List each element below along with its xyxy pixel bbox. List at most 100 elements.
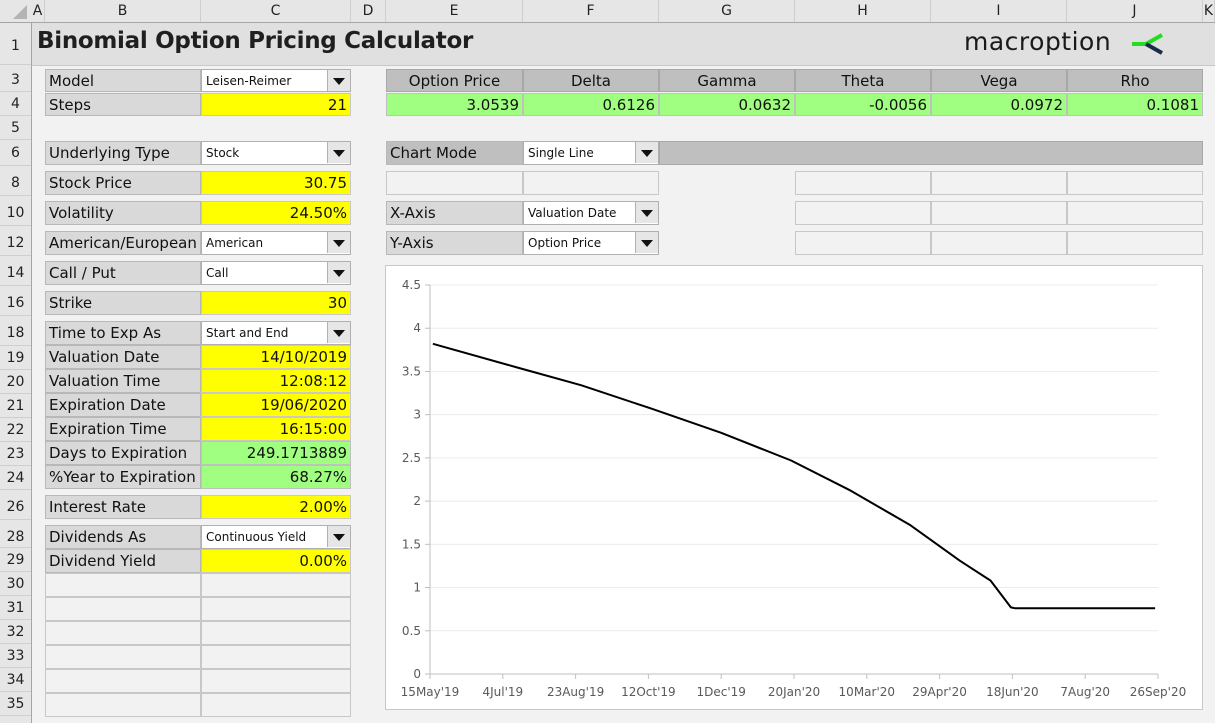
- empty-cell[interactable]: [45, 693, 201, 717]
- chevron-down-icon[interactable]: [635, 232, 658, 253]
- valuation-time-input[interactable]: 12:08:12: [201, 369, 351, 393]
- chevron-down-icon[interactable]: [327, 70, 350, 91]
- column-header-b[interactable]: B: [45, 0, 201, 22]
- valuation-date-input[interactable]: 14/10/2019: [201, 345, 351, 369]
- empty-cell[interactable]: [795, 171, 931, 195]
- empty-cell[interactable]: [201, 669, 351, 693]
- days-to-expiration-value: 249.1713889: [201, 441, 351, 465]
- model-value: Leisen-Reimer: [206, 74, 292, 88]
- row-header[interactable]: 28: [0, 524, 31, 548]
- empty-cell[interactable]: [931, 201, 1067, 225]
- row-header[interactable]: 22: [0, 418, 31, 442]
- time-to-exp-as-dropdown[interactable]: Start and End: [201, 321, 351, 345]
- expiration-time-label: Expiration Time: [45, 417, 201, 441]
- empty-cell[interactable]: [45, 597, 201, 621]
- empty-cell[interactable]: [201, 573, 351, 597]
- stock-price-label: Stock Price: [45, 171, 201, 195]
- row-header[interactable]: 3: [0, 68, 31, 92]
- row-header[interactable]: 10: [0, 200, 31, 226]
- empty-cell[interactable]: [523, 171, 659, 195]
- empty-cell[interactable]: [201, 693, 351, 717]
- dividends-as-dropdown[interactable]: Continuous Yield: [201, 525, 351, 549]
- row-header[interactable]: 6: [0, 140, 31, 166]
- empty-cell[interactable]: [45, 573, 201, 597]
- row-header[interactable]: 18: [0, 320, 31, 346]
- row-header[interactable]: 30: [0, 572, 31, 596]
- volatility-input[interactable]: 24.50%: [201, 201, 351, 225]
- chevron-down-icon[interactable]: [327, 142, 350, 163]
- row-header[interactable]: 33: [0, 644, 31, 668]
- x-tick-label: 7Aug'20: [1060, 685, 1110, 699]
- empty-cell[interactable]: [1067, 171, 1203, 195]
- row-header[interactable]: 21: [0, 394, 31, 418]
- empty-cell[interactable]: [795, 231, 931, 255]
- steps-input[interactable]: 21: [201, 93, 351, 116]
- column-header-k[interactable]: K: [1203, 0, 1215, 22]
- row-header[interactable]: 35: [0, 692, 31, 716]
- underlying-type-dropdown[interactable]: Stock: [201, 141, 351, 165]
- y-axis-dropdown[interactable]: Option Price: [523, 231, 659, 255]
- option-price-chart[interactable]: 0 0.5 1 1.5 2 2.5 3 3.5 4 4.5 15May'19 4Jul'19 23Aug…: [385, 265, 1203, 710]
- chevron-down-icon[interactable]: [327, 526, 350, 547]
- column-header-g[interactable]: G: [659, 0, 795, 22]
- row-header[interactable]: 32: [0, 620, 31, 644]
- row-header[interactable]: 4: [0, 92, 31, 116]
- column-header-f[interactable]: F: [523, 0, 659, 22]
- stock-price-input[interactable]: 30.75: [201, 171, 351, 195]
- row-header[interactable]: 16: [0, 290, 31, 316]
- column-header-h[interactable]: H: [795, 0, 931, 22]
- column-header-c[interactable]: C: [201, 0, 351, 22]
- y-axis-value: Option Price: [528, 236, 602, 250]
- row-header[interactable]: 8: [0, 170, 31, 196]
- empty-cell[interactable]: [931, 231, 1067, 255]
- empty-cell[interactable]: [201, 621, 351, 645]
- empty-cell[interactable]: [45, 669, 201, 693]
- interest-rate-label: Interest Rate: [45, 495, 201, 519]
- empty-cell[interactable]: [795, 201, 931, 225]
- row-header[interactable]: 31: [0, 596, 31, 620]
- row-header[interactable]: 1: [0, 23, 31, 65]
- row-header[interactable]: 26: [0, 494, 31, 520]
- x-tick-label: 12Oct'19: [621, 685, 676, 699]
- row-header[interactable]: 29: [0, 548, 31, 572]
- x-axis-dropdown[interactable]: Valuation Date: [523, 201, 659, 225]
- empty-cell[interactable]: [45, 645, 201, 669]
- dividend-yield-input[interactable]: 0.00%: [201, 549, 351, 573]
- row-header[interactable]: 34: [0, 668, 31, 692]
- row-header[interactable]: 20: [0, 370, 31, 394]
- empty-cell[interactable]: [1067, 231, 1203, 255]
- chevron-down-icon[interactable]: [327, 232, 350, 253]
- column-header-a[interactable]: A: [31, 0, 45, 22]
- column-header-e[interactable]: E: [386, 0, 523, 22]
- chevron-down-icon[interactable]: [327, 322, 350, 343]
- model-dropdown[interactable]: Leisen-Reimer: [201, 69, 351, 92]
- empty-cell[interactable]: [201, 645, 351, 669]
- strike-input[interactable]: 30: [201, 291, 351, 315]
- expiration-date-input[interactable]: 19/06/2020: [201, 393, 351, 417]
- chevron-down-icon[interactable]: [635, 142, 658, 163]
- result-header-delta: Delta: [523, 69, 659, 92]
- row-header[interactable]: 14: [0, 260, 31, 286]
- x-tick-label: 29Apr'20: [912, 685, 967, 699]
- column-header-j[interactable]: J: [1067, 0, 1203, 22]
- chevron-down-icon[interactable]: [327, 262, 350, 283]
- empty-cell[interactable]: [386, 171, 523, 195]
- interest-rate-input[interactable]: 2.00%: [201, 495, 351, 519]
- row-header[interactable]: 23: [0, 442, 31, 466]
- call-put-dropdown[interactable]: Call: [201, 261, 351, 285]
- row-header[interactable]: 12: [0, 230, 31, 256]
- chevron-down-icon[interactable]: [635, 202, 658, 223]
- empty-cell[interactable]: [201, 597, 351, 621]
- empty-cell[interactable]: [45, 621, 201, 645]
- expiration-time-input[interactable]: 16:15:00: [201, 417, 351, 441]
- row-header[interactable]: 5: [0, 116, 31, 140]
- column-header-d[interactable]: D: [351, 0, 386, 22]
- row-header[interactable]: 24: [0, 466, 31, 490]
- chart-mode-dropdown[interactable]: Single Line: [523, 141, 659, 165]
- row-header[interactable]: 19: [0, 346, 31, 370]
- american-european-dropdown[interactable]: American: [201, 231, 351, 255]
- select-all-corner[interactable]: [0, 0, 30, 22]
- empty-cell[interactable]: [1067, 201, 1203, 225]
- empty-cell[interactable]: [931, 171, 1067, 195]
- column-header-i[interactable]: I: [931, 0, 1067, 22]
